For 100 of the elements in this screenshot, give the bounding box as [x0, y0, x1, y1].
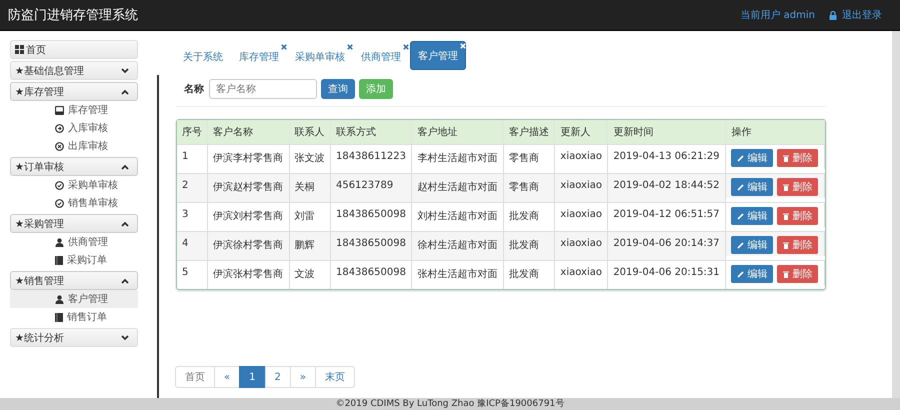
- page-link[interactable]: 2: [264, 366, 291, 388]
- page-link[interactable]: »: [290, 366, 316, 388]
- table-cell: 张村生活超市对面: [412, 260, 504, 289]
- scrollbar[interactable]: [892, 31, 900, 398]
- table-cell: xiaoxiao: [555, 231, 608, 260]
- table-cell: 零售商: [504, 173, 556, 202]
- table-cell: xiaoxiao: [555, 260, 608, 289]
- page-link[interactable]: 1: [239, 366, 266, 388]
- table-cell: 2019-04-02 18:44:52: [608, 173, 726, 202]
- add-button[interactable]: 添加: [359, 79, 393, 99]
- tab[interactable]: 客户管理: [410, 41, 466, 70]
- table-cell: 456123789: [330, 173, 412, 202]
- query-button[interactable]: 查询: [321, 79, 355, 99]
- sidebar-item[interactable]: 采购单审核: [10, 176, 138, 194]
- sidebar-group[interactable]: 首页: [10, 40, 138, 59]
- trash-icon: [783, 184, 790, 190]
- page-link[interactable]: 首页: [175, 366, 215, 388]
- edit-button[interactable]: 编辑: [731, 178, 774, 196]
- sidebar-item[interactable]: 采购订单: [10, 251, 138, 269]
- sidebar-item[interactable]: 供商管理: [10, 233, 138, 251]
- chevron-down-icon: [121, 68, 129, 74]
- tab[interactable]: 库存管理: [232, 43, 286, 70]
- chevron-up-icon: [121, 164, 129, 170]
- column-header: 操作: [726, 120, 825, 144]
- page-link[interactable]: 末页: [315, 366, 355, 388]
- column-header: 客户地址: [412, 120, 504, 144]
- table-cell: xiaoxiao: [555, 173, 608, 202]
- table-cell: 批发商: [504, 231, 556, 260]
- tab[interactable]: 关于系统: [176, 43, 230, 70]
- delete-button[interactable]: 删除: [777, 149, 818, 167]
- circle-check-icon: [55, 198, 64, 208]
- sidebar-group[interactable]: ★库存管理: [10, 82, 138, 101]
- pencil-icon: [737, 270, 744, 278]
- column-header: 客户描述: [504, 120, 556, 144]
- table-cell: 2: [177, 173, 208, 202]
- copyright-text: ©2019 CDIMS By LuTong Zhao 豫ICP备19006791号: [336, 398, 564, 410]
- column-header: 客户名称: [208, 120, 290, 144]
- user-icon: [55, 294, 64, 304]
- circle-check-icon: [55, 180, 64, 190]
- chevron-up-icon: [121, 220, 129, 226]
- pencil-icon: [737, 184, 744, 190]
- table-cell: 18438650098: [330, 260, 412, 289]
- sidebar-group[interactable]: ★基础信息管理: [10, 61, 138, 80]
- edit-button[interactable]: 编辑: [731, 265, 774, 283]
- sidebar-item[interactable]: 销售单审核: [10, 194, 138, 212]
- current-user-link[interactable]: 当前用户 admin: [740, 8, 815, 22]
- lock-icon: [829, 10, 837, 20]
- sidebar-item[interactable]: 库存管理: [10, 101, 138, 119]
- column-header: 联系方式: [330, 120, 412, 144]
- table-cell: 18438650098: [330, 231, 412, 260]
- close-icon[interactable]: [347, 44, 353, 50]
- edit-button[interactable]: 编辑: [731, 207, 774, 225]
- column-header: 更新人: [555, 120, 608, 144]
- table-cell: 2019-04-06 20:14:37: [608, 231, 726, 260]
- trash-icon: [783, 212, 790, 220]
- book-icon: [55, 256, 63, 264]
- sidebar-item[interactable]: 客户管理: [10, 290, 138, 308]
- tab[interactable]: 采购单审核: [288, 43, 352, 70]
- name-label: 名称: [184, 82, 204, 96]
- column-header: 联系人: [290, 120, 331, 144]
- sidebar-group[interactable]: ★订单审核: [10, 157, 138, 176]
- pencil-icon: [737, 154, 744, 162]
- user-icon: [55, 238, 64, 246]
- logout-link[interactable]: 退出登录: [829, 8, 882, 22]
- tab[interactable]: 供商管理: [354, 43, 408, 70]
- circle-arrow-icon: [55, 124, 64, 132]
- app-title: 防盗门进销存管理系统: [8, 7, 138, 24]
- book-icon: [55, 312, 63, 322]
- edit-button[interactable]: 编辑: [731, 149, 774, 167]
- page-link[interactable]: «: [214, 366, 240, 388]
- table-cell: 批发商: [504, 260, 556, 289]
- circle-x-icon: [55, 142, 64, 150]
- sidebar-group[interactable]: ★销售管理: [10, 271, 138, 290]
- sidebar-item[interactable]: 出库审核: [10, 137, 138, 155]
- edit-button[interactable]: 编辑: [731, 236, 774, 254]
- table-cell: 鹏辉: [290, 231, 331, 260]
- delete-button[interactable]: 删除: [777, 265, 818, 283]
- trash-icon: [783, 154, 790, 162]
- close-icon[interactable]: [403, 44, 409, 50]
- table-cell: 文波: [290, 260, 331, 289]
- table-cell: 2019-04-06 20:15:31: [608, 260, 726, 289]
- table-cell: 伊滨赵村零售商: [208, 173, 290, 202]
- name-search-field[interactable]: 客户名称: [209, 79, 317, 99]
- column-header: 更新时间: [608, 120, 726, 144]
- sidebar-item[interactable]: 销售订单: [10, 308, 138, 326]
- sidebar-group[interactable]: ★采购管理: [10, 214, 138, 233]
- table-cell: 徐村生活超市对面: [412, 231, 504, 260]
- pencil-icon: [737, 242, 744, 248]
- close-icon[interactable]: [281, 44, 287, 50]
- sidebar-group[interactable]: ★统计分析: [10, 328, 138, 347]
- trash-icon: [783, 242, 790, 248]
- delete-button[interactable]: 删除: [777, 178, 818, 196]
- delete-button[interactable]: 删除: [777, 236, 818, 254]
- delete-button[interactable]: 删除: [777, 207, 818, 225]
- sidebar-item[interactable]: 入库审核: [10, 119, 138, 137]
- column-header: 序号: [177, 120, 208, 144]
- chevron-up-icon: [121, 88, 129, 94]
- drive-icon: [55, 106, 64, 114]
- table-cell: 赵村生活超市对面: [412, 173, 504, 202]
- table-cell: 伊滨徐村零售商: [208, 231, 290, 260]
